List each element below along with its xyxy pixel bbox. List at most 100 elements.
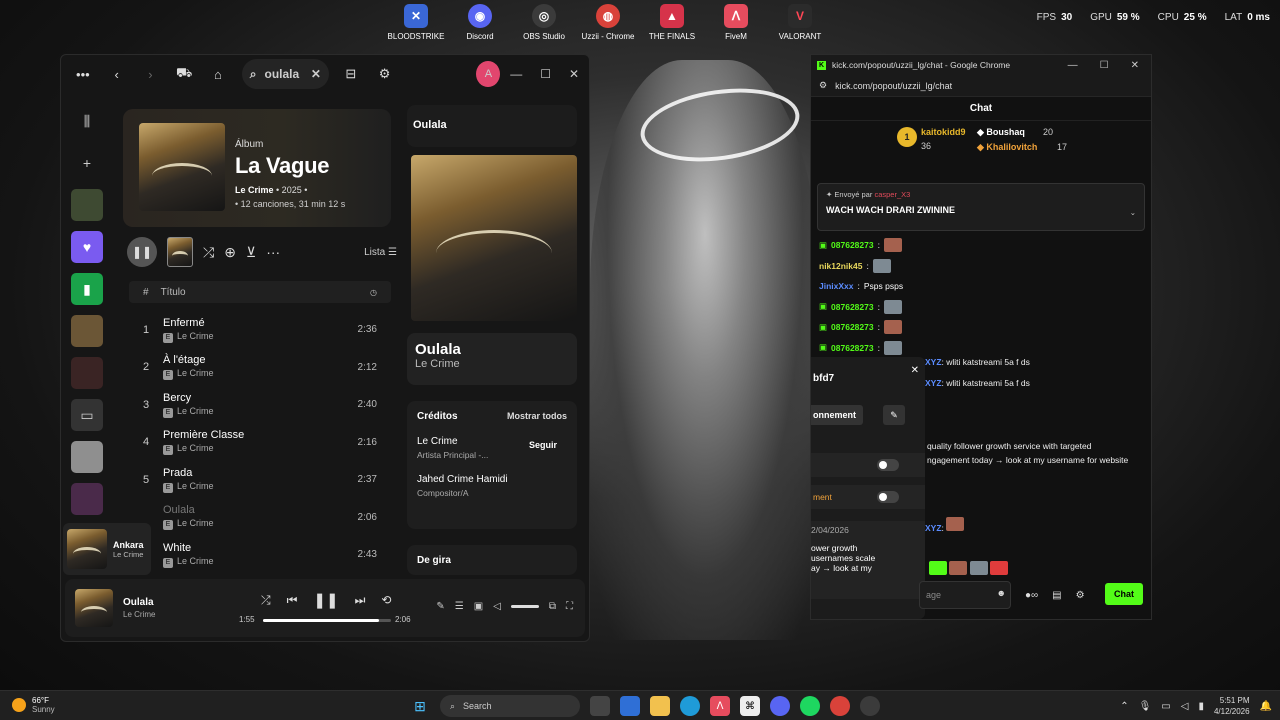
weather-widget[interactable]: 66°F Sunny bbox=[12, 696, 55, 714]
store-app-icon[interactable] bbox=[620, 696, 640, 716]
subscribe-button[interactable]: onnement bbox=[811, 405, 863, 425]
chat-username[interactable]: 087628273 bbox=[831, 240, 874, 250]
chat-username[interactable]: 087628273 bbox=[831, 322, 874, 332]
maximize-icon[interactable]: ☐ bbox=[1100, 60, 1109, 71]
chat-settings-gear-icon[interactable]: ⚙ bbox=[1076, 590, 1085, 601]
next-icon[interactable]: ⏭ bbox=[355, 593, 366, 608]
chat-username[interactable]: 087628273 bbox=[831, 302, 874, 312]
chat-message[interactable]: nik12nik45: bbox=[819, 256, 1149, 277]
plus-icon[interactable]: + bbox=[71, 147, 103, 179]
fullscreen-icon[interactable]: ⛶ bbox=[566, 601, 573, 612]
volume-icon[interactable]: ◁ bbox=[493, 601, 501, 612]
pinned-message[interactable]: ✦ Envoyé par casper_X3 WACH WACH DRARI Z… bbox=[817, 183, 1145, 231]
avatar[interactable]: A bbox=[476, 61, 501, 87]
settings-gear-icon[interactable]: ⚙ bbox=[373, 61, 397, 87]
taskbar-search[interactable]: ⌕ Search bbox=[440, 695, 580, 717]
site-info-icon[interactable]: ⚙ bbox=[819, 80, 827, 91]
file-explorer-icon[interactable] bbox=[650, 696, 670, 716]
chat-username[interactable]: JinixXxx bbox=[819, 281, 854, 291]
browse-icon[interactable]: ⊟ bbox=[339, 61, 363, 87]
shuffle-icon[interactable]: ⤮ bbox=[203, 244, 214, 261]
desktop-shortcut[interactable]: ◎ OBS Studio bbox=[512, 4, 576, 41]
edge-icon[interactable] bbox=[680, 696, 700, 716]
tray-chevron-icon[interactable]: ⌃ bbox=[1120, 701, 1128, 712]
chat-username[interactable]: 087628273 bbox=[831, 343, 874, 353]
playlist-thumb[interactable] bbox=[71, 189, 103, 221]
chat-message[interactable]: ▣ 087628273: bbox=[819, 338, 1149, 359]
liked-songs-icon[interactable]: ♥ bbox=[71, 231, 103, 263]
track-row[interactable]: 4 Première Classe E Le Crime 2:16 bbox=[129, 424, 391, 462]
desktop-shortcut[interactable]: ◍ Uzzii - Chrome bbox=[576, 4, 640, 41]
close-icon[interactable]: ✕ bbox=[1131, 60, 1139, 71]
leaderboard-user[interactable]: kaitokidd9 bbox=[921, 127, 966, 137]
battery-icon[interactable]: ▮ bbox=[1198, 701, 1204, 712]
credit-name[interactable]: Jahed Crime Hamidi bbox=[417, 474, 567, 485]
track-artist[interactable]: Le Crime bbox=[177, 518, 214, 528]
track-row[interactable]: 3 Bercy E Le Crime 2:40 bbox=[129, 386, 391, 424]
pause-button[interactable]: ❚❚ bbox=[127, 237, 157, 267]
player-artist[interactable]: Le Crime bbox=[123, 610, 155, 619]
pinned-author[interactable]: casper_X3 bbox=[874, 190, 910, 199]
address-bar[interactable]: ⚙ kick.com/popout/uzzii_lg/chat bbox=[811, 75, 1151, 97]
chat-input[interactable]: age ☻ bbox=[919, 581, 1011, 609]
repeat-icon[interactable]: ⟲ bbox=[381, 593, 391, 607]
pause-icon[interactable]: ❚❚ bbox=[313, 591, 338, 609]
album-cover[interactable] bbox=[139, 123, 225, 211]
chrome-icon[interactable] bbox=[830, 696, 850, 716]
playlist-thumb[interactable] bbox=[71, 315, 103, 347]
desktop-shortcut[interactable]: ᐱ FiveM bbox=[704, 4, 768, 41]
task-view-icon[interactable] bbox=[590, 696, 610, 716]
emoji-icon[interactable]: ☻ bbox=[997, 588, 1006, 598]
track-row-playing[interactable]: Oulala E Le Crime 2:06 bbox=[129, 499, 391, 537]
chat-message[interactable]: XYZ: wliti katstreami 5a f ds bbox=[925, 378, 1030, 388]
playlist-thumb[interactable] bbox=[71, 441, 103, 473]
album-artist[interactable]: Le Crime bbox=[235, 185, 274, 195]
back-arrow-icon[interactable]: ‹ bbox=[105, 61, 129, 87]
track-row[interactable]: 2 À l'étage E Le Crime 2:12 bbox=[129, 349, 391, 387]
store-icon[interactable]: ▤ bbox=[1052, 590, 1061, 601]
chat-username[interactable]: XYZ bbox=[925, 523, 942, 533]
maximize-icon[interactable]: ☐ bbox=[540, 67, 551, 81]
mini-player-icon[interactable]: ⧉ bbox=[549, 601, 556, 612]
now-playing-artist[interactable]: Le Crime bbox=[415, 358, 569, 370]
volume-icon[interactable]: ◁ bbox=[1181, 701, 1189, 712]
track-artist[interactable]: Le Crime bbox=[177, 368, 214, 378]
view-toggle[interactable]: Lista ☰ bbox=[364, 247, 397, 258]
desktop-shortcut[interactable]: ◉ Discord bbox=[448, 4, 512, 41]
chat-username[interactable]: nik12nik45 bbox=[819, 261, 862, 271]
progress-bar[interactable] bbox=[263, 619, 391, 622]
show-all-link[interactable]: Mostrar todos bbox=[507, 411, 567, 422]
search-input[interactable]: ⌕ oulala ✕ bbox=[241, 59, 329, 89]
start-windows-icon[interactable]: ⊞ bbox=[410, 696, 430, 716]
library-icon[interactable]: ⫼ bbox=[71, 105, 103, 137]
queue-mini-player[interactable]: Ankara Le Crime bbox=[63, 523, 151, 575]
track-artist[interactable]: Le Crime bbox=[177, 406, 214, 416]
chat-message[interactable]: JinixXxx: Psps psps bbox=[819, 276, 1149, 297]
cart-icon[interactable]: ⛟ bbox=[172, 61, 196, 87]
minimize-icon[interactable]: — bbox=[510, 67, 522, 81]
album-mini-cover[interactable] bbox=[167, 237, 193, 267]
saved-episodes-icon[interactable]: ▮ bbox=[71, 273, 103, 305]
now-playing-title[interactable]: Oulala bbox=[415, 341, 569, 358]
network-icon[interactable]: ▭ bbox=[1161, 701, 1170, 712]
leaderboard-user[interactable]: ◆ Boushaq bbox=[977, 127, 1025, 138]
obs-icon[interactable] bbox=[860, 696, 880, 716]
chat-message[interactable]: XYZ: bbox=[925, 517, 965, 533]
capcut-icon[interactable]: ⌘ bbox=[740, 696, 760, 716]
forward-arrow-icon[interactable]: › bbox=[139, 61, 163, 87]
mute-icon[interactable]: ✎ bbox=[883, 405, 905, 425]
player-cover[interactable] bbox=[75, 589, 113, 627]
playlist-thumb[interactable] bbox=[71, 483, 103, 515]
leaderboard-user[interactable]: ◆ Khalilovitch bbox=[977, 142, 1037, 153]
desktop-shortcut[interactable]: ▲ THE FINALS bbox=[640, 4, 704, 41]
desktop-shortcut[interactable]: ✕ BLOODSTRIKE bbox=[384, 4, 448, 41]
track-row[interactable]: 5 Prada E Le Crime 2:37 bbox=[129, 461, 391, 499]
expand-chevron-icon[interactable]: ⌄ bbox=[1130, 208, 1136, 217]
pen-icon[interactable]: ✎ bbox=[436, 601, 444, 612]
previous-icon[interactable]: ⏮ bbox=[287, 593, 298, 608]
send-chat-button[interactable]: Chat bbox=[1105, 583, 1143, 605]
fivem-icon[interactable]: ᐱ bbox=[710, 696, 730, 716]
spotify-icon[interactable] bbox=[800, 696, 820, 716]
chat-message[interactable]: ▣ 087628273: bbox=[819, 235, 1149, 256]
chat-message[interactable]: ▣ 087628273: bbox=[819, 297, 1149, 318]
